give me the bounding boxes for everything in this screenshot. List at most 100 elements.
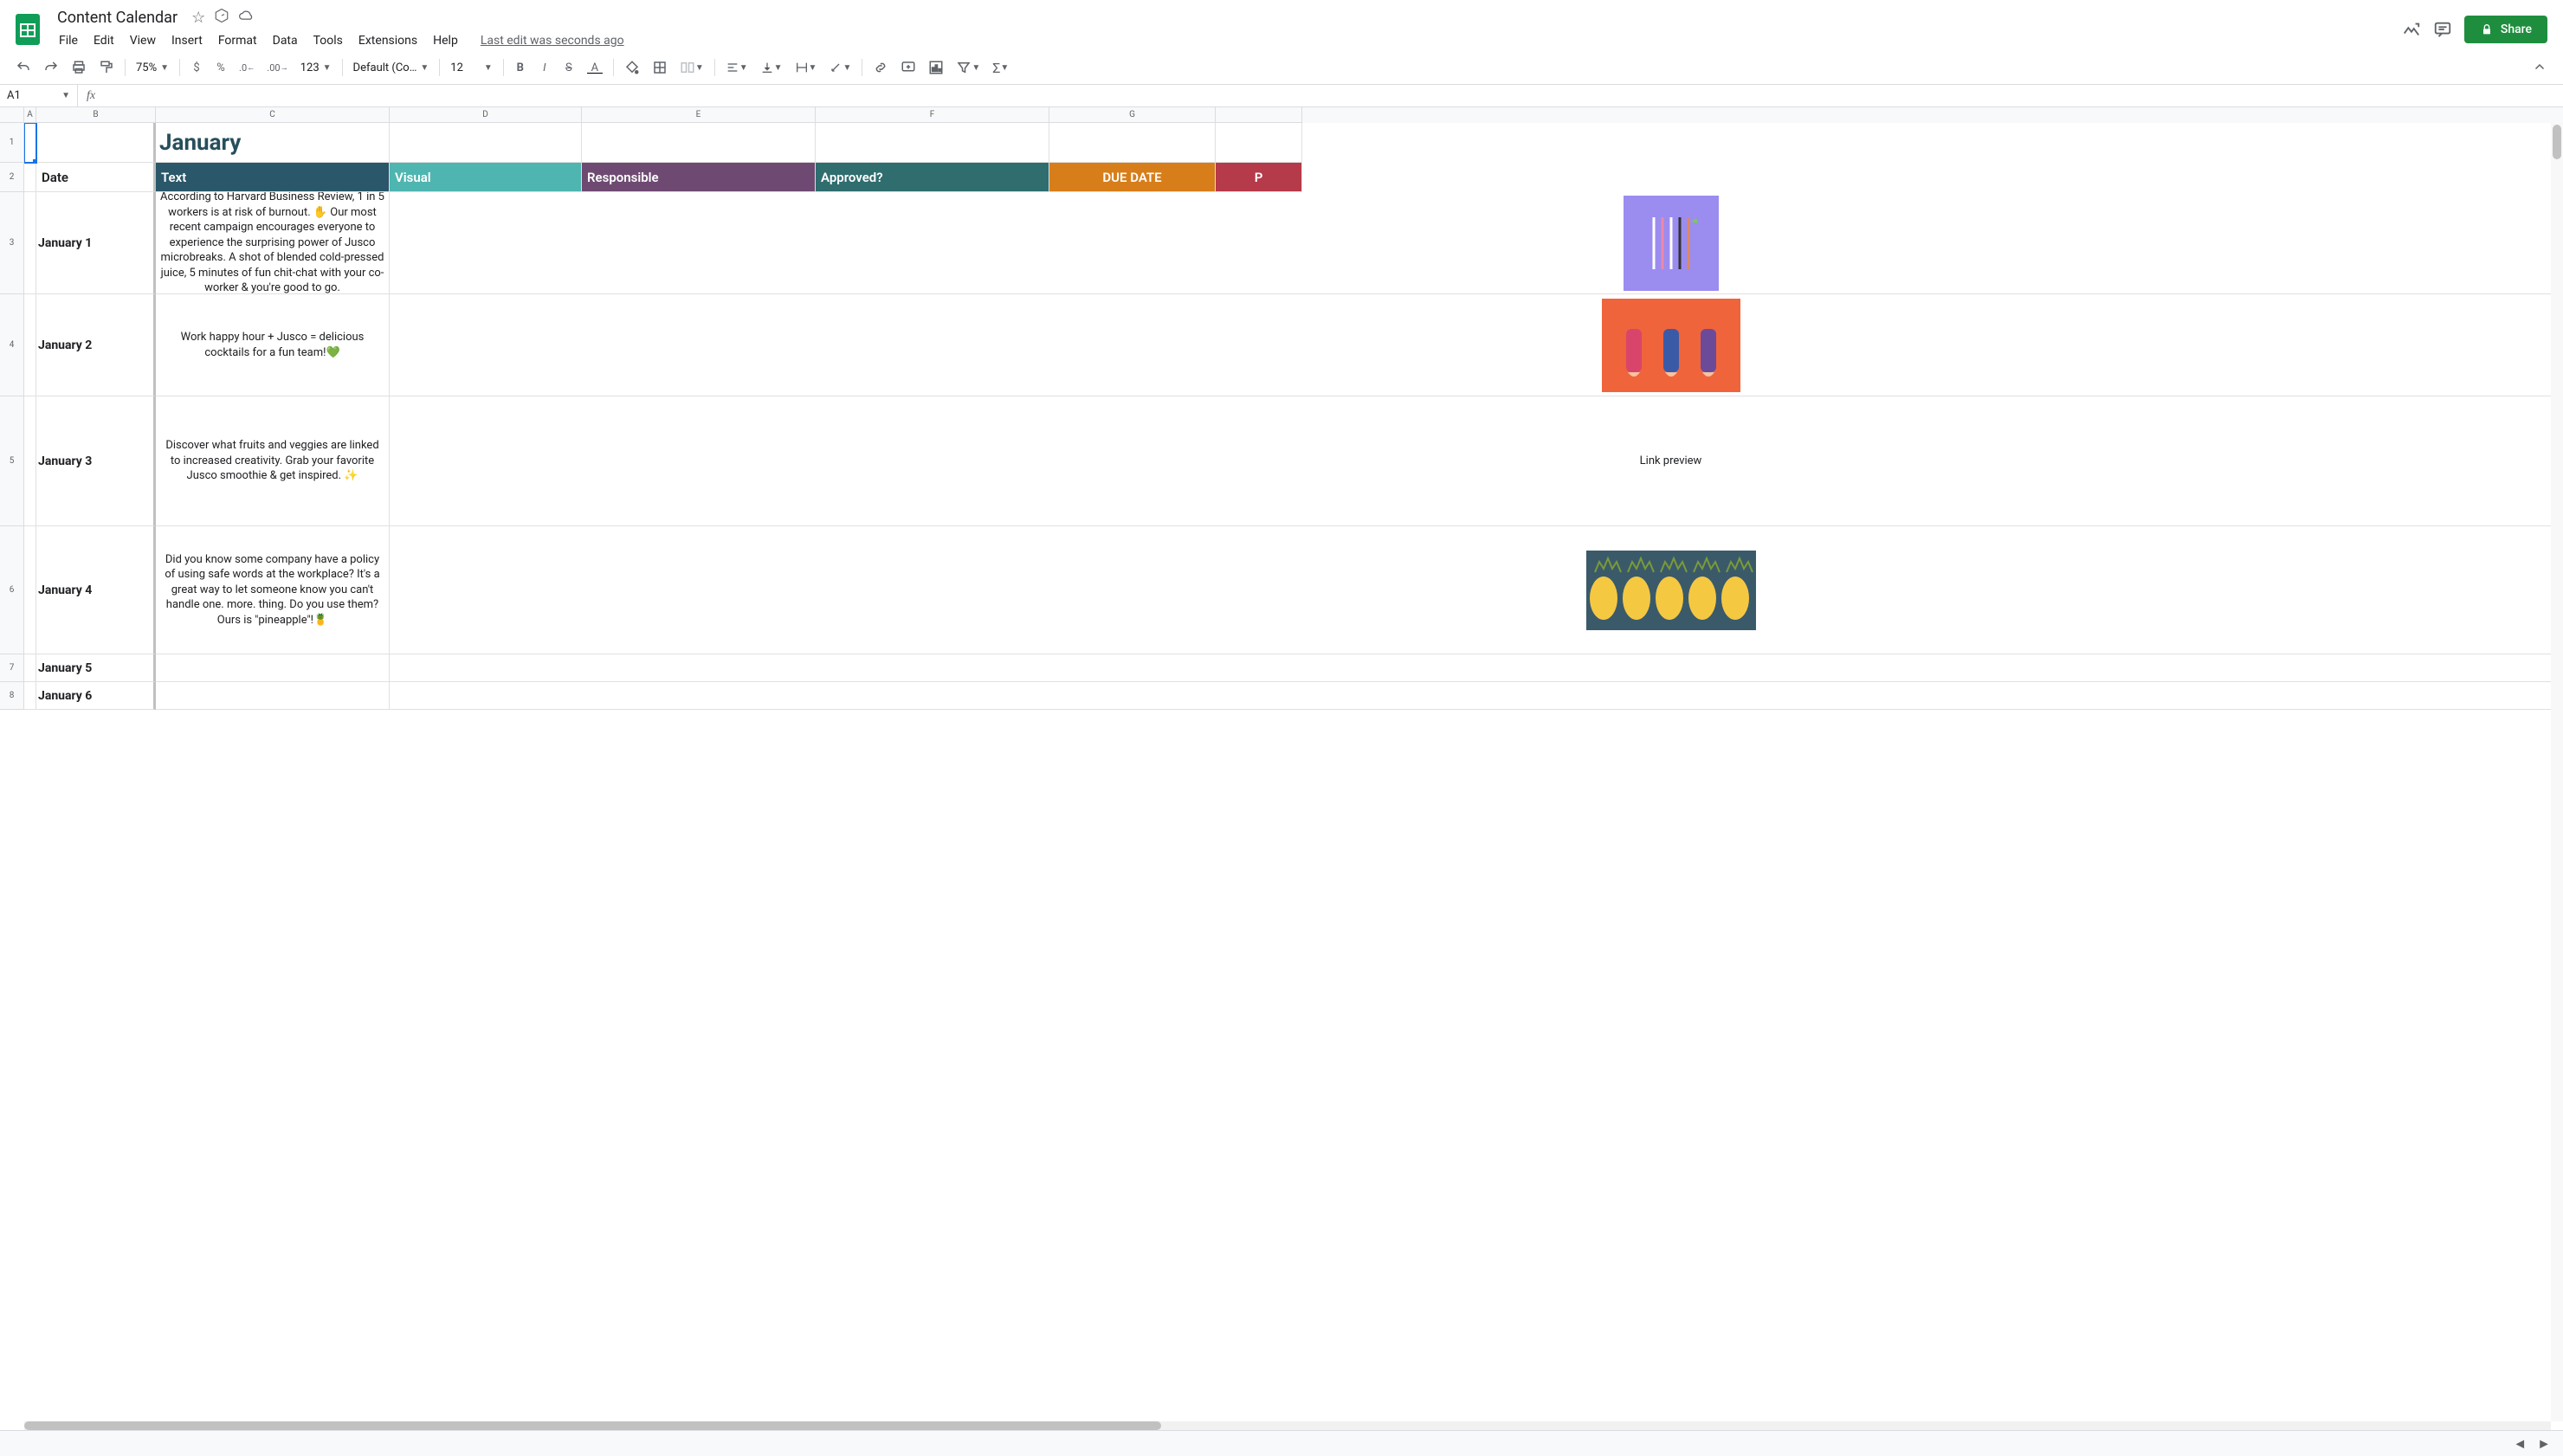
paint-format-button[interactable] bbox=[94, 56, 119, 79]
cell[interactable] bbox=[24, 396, 36, 526]
vertical-scrollbar[interactable] bbox=[2551, 121, 2563, 1421]
header-responsible[interactable]: Responsible bbox=[582, 163, 816, 192]
cell-visual[interactable] bbox=[390, 654, 2563, 682]
comments-icon[interactable] bbox=[2433, 20, 2452, 39]
cell[interactable] bbox=[24, 682, 36, 710]
cell-date[interactable]: January 3 bbox=[36, 396, 156, 526]
comment-button[interactable] bbox=[895, 56, 921, 79]
document-title[interactable]: Content Calendar bbox=[52, 7, 183, 29]
name-box[interactable]: A1▼ bbox=[0, 85, 78, 106]
col-header-B[interactable]: B bbox=[36, 107, 156, 123]
menu-tools[interactable]: Tools bbox=[307, 30, 350, 51]
currency-button[interactable]: $ bbox=[185, 56, 208, 79]
star-icon[interactable]: ☆ bbox=[191, 9, 205, 27]
undo-button[interactable] bbox=[10, 56, 36, 79]
strikethrough-button[interactable]: S bbox=[558, 56, 580, 79]
row-header[interactable]: 8 bbox=[0, 682, 24, 710]
col-header-G[interactable]: G bbox=[1049, 107, 1216, 123]
decrease-decimal-button[interactable]: .0← bbox=[234, 56, 260, 79]
move-icon[interactable] bbox=[214, 8, 229, 28]
cell[interactable] bbox=[582, 123, 816, 163]
share-button[interactable]: Share bbox=[2464, 16, 2547, 43]
filter-button[interactable]: ▼ bbox=[951, 56, 985, 79]
menu-data[interactable]: Data bbox=[266, 30, 305, 51]
cell-date[interactable]: January 5 bbox=[36, 654, 156, 682]
header-approved[interactable]: Approved? bbox=[816, 163, 1049, 192]
cell-text[interactable] bbox=[156, 654, 390, 682]
collapse-toolbar-button[interactable] bbox=[2527, 56, 2553, 79]
menu-edit[interactable]: Edit bbox=[87, 30, 121, 51]
row-header[interactable]: 2 bbox=[0, 163, 24, 192]
menu-file[interactable]: File bbox=[52, 30, 85, 51]
cell-A1[interactable] bbox=[24, 123, 36, 163]
header-due[interactable]: DUE DATE bbox=[1049, 163, 1216, 192]
col-header-C[interactable]: C bbox=[156, 107, 390, 123]
increase-decimal-button[interactable]: .00→ bbox=[261, 56, 293, 79]
italic-button[interactable]: I bbox=[533, 56, 556, 79]
cell[interactable] bbox=[24, 526, 36, 654]
cell[interactable] bbox=[816, 123, 1049, 163]
tab-scroll-left[interactable]: ◄ bbox=[2508, 1435, 2532, 1453]
col-header-partial[interactable] bbox=[1216, 107, 1302, 123]
number-format-select[interactable]: 123▼ bbox=[295, 58, 337, 78]
cell-text[interactable]: Did you know some company have a policy … bbox=[156, 526, 390, 654]
bold-button[interactable]: B bbox=[509, 56, 532, 79]
font-select[interactable]: Default (Co…▼ bbox=[348, 58, 435, 78]
redo-button[interactable] bbox=[38, 56, 64, 79]
row-header[interactable]: 1 bbox=[0, 123, 24, 163]
chart-button[interactable] bbox=[923, 56, 949, 79]
cell-date[interactable]: January 6 bbox=[36, 682, 156, 710]
header-text[interactable]: Text bbox=[156, 163, 390, 192]
menu-insert[interactable]: Insert bbox=[165, 30, 210, 51]
cell[interactable] bbox=[24, 294, 36, 396]
select-all-corner[interactable] bbox=[0, 107, 24, 123]
borders-button[interactable] bbox=[647, 56, 673, 79]
cell[interactable] bbox=[24, 654, 36, 682]
cell-text[interactable]: According to Harvard Business Review, 1 … bbox=[156, 192, 390, 294]
v-align-button[interactable]: ▼ bbox=[755, 56, 788, 79]
cell[interactable] bbox=[1049, 123, 1216, 163]
wrap-button[interactable]: ▼ bbox=[790, 56, 823, 79]
row-header[interactable]: 3 bbox=[0, 192, 24, 294]
functions-button[interactable]: Σ▼ bbox=[987, 56, 1014, 79]
print-button[interactable] bbox=[66, 56, 92, 79]
cell-visual[interactable] bbox=[390, 192, 2563, 294]
month-title[interactable]: January bbox=[156, 123, 390, 163]
sheet-area[interactable]: A B C D E F G 1 January 2 Date Text bbox=[0, 107, 2563, 1425]
cell-text[interactable] bbox=[156, 682, 390, 710]
col-header-F[interactable]: F bbox=[816, 107, 1049, 123]
merge-cells-button[interactable]: ▼ bbox=[675, 56, 709, 79]
row-header[interactable]: 4 bbox=[0, 294, 24, 396]
fill-color-button[interactable] bbox=[619, 56, 645, 79]
percent-button[interactable]: % bbox=[210, 56, 232, 79]
font-size-select[interactable]: 12▼ bbox=[445, 58, 498, 78]
header-visual[interactable]: Visual bbox=[390, 163, 582, 192]
cell[interactable] bbox=[24, 163, 36, 192]
sheets-logo[interactable] bbox=[10, 12, 45, 47]
text-color-button[interactable]: A bbox=[582, 56, 608, 79]
row-header[interactable]: 5 bbox=[0, 396, 24, 526]
header-p[interactable]: P bbox=[1216, 163, 1302, 192]
header-date[interactable]: Date bbox=[36, 163, 156, 192]
last-edit-info[interactable]: Last edit was seconds ago bbox=[474, 30, 631, 51]
cell-date[interactable]: January 4 bbox=[36, 526, 156, 654]
zoom-select[interactable]: 75%▼ bbox=[131, 58, 174, 78]
horizontal-scrollbar[interactable] bbox=[24, 1421, 2551, 1430]
link-button[interactable] bbox=[868, 56, 894, 79]
col-header-A[interactable]: A bbox=[24, 107, 36, 123]
cell-visual[interactable]: Link preview bbox=[390, 396, 2563, 526]
cell-text[interactable]: Work happy hour + Jusco = delicious cock… bbox=[156, 294, 390, 396]
row-header[interactable]: 7 bbox=[0, 654, 24, 682]
cell[interactable] bbox=[390, 123, 582, 163]
cell-visual[interactable] bbox=[390, 294, 2563, 396]
rotate-button[interactable]: ▼ bbox=[823, 56, 856, 79]
cell-B1[interactable] bbox=[36, 123, 156, 163]
activity-icon[interactable] bbox=[2402, 20, 2421, 39]
menu-format[interactable]: Format bbox=[211, 30, 264, 51]
cell[interactable] bbox=[1216, 123, 1302, 163]
cell-visual[interactable] bbox=[390, 682, 2563, 710]
cloud-saved-icon[interactable] bbox=[238, 9, 255, 27]
menu-help[interactable]: Help bbox=[426, 30, 465, 51]
col-header-E[interactable]: E bbox=[582, 107, 816, 123]
cell[interactable] bbox=[24, 192, 36, 294]
